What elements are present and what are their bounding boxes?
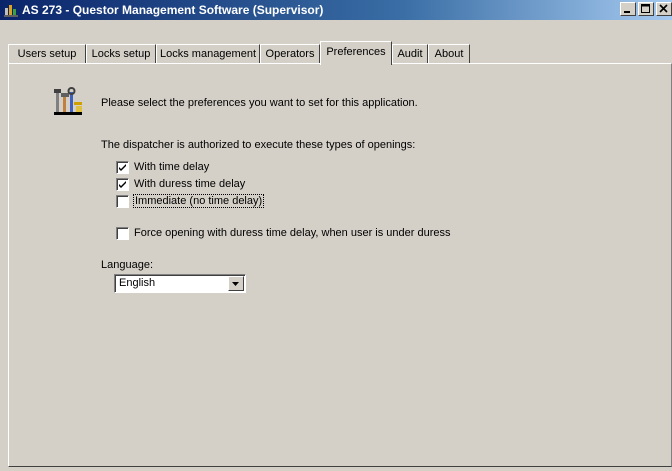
- title-buttons: [618, 2, 672, 18]
- tab-about[interactable]: About: [428, 44, 470, 64]
- close-button[interactable]: [656, 2, 672, 16]
- label-force-duress: Force opening with duress time delay, wh…: [134, 227, 451, 239]
- checkbox-force-duress[interactable]: [116, 226, 129, 240]
- window-title: AS 273 - Questor Management Software (Su…: [22, 3, 324, 17]
- maximize-button[interactable]: [638, 2, 654, 16]
- chevron-down-icon: [232, 282, 239, 286]
- option-immediate[interactable]: Immediate (no time delay): [116, 194, 265, 208]
- minimize-button[interactable]: [620, 2, 636, 16]
- main-window: AS 273 - Questor Management Software (Su…: [0, 0, 672, 471]
- language-select[interactable]: English: [114, 274, 246, 293]
- tab-locks-management[interactable]: Locks management: [156, 44, 260, 64]
- label-immediate: Immediate (no time delay): [132, 194, 265, 208]
- checkbox-with-time-delay[interactable]: [116, 160, 129, 174]
- dropdown-button[interactable]: [228, 276, 244, 291]
- tab-locks-setup[interactable]: Locks setup: [86, 44, 156, 64]
- intro-text: Please select the preferences you want t…: [101, 97, 418, 109]
- language-value: English: [119, 277, 156, 289]
- tab-users-setup[interactable]: Users setup: [8, 44, 86, 64]
- label-with-time-delay: With time delay: [134, 161, 210, 173]
- checkbox-immediate[interactable]: [116, 194, 129, 208]
- option-with-time-delay[interactable]: With time delay: [116, 160, 209, 174]
- tools-icon: [52, 86, 84, 118]
- tab-operators[interactable]: Operators: [260, 44, 320, 64]
- label-with-duress-time-delay: With duress time delay: [134, 178, 246, 190]
- tab-audit[interactable]: Audit: [392, 44, 428, 64]
- dispatcher-text: The dispatcher is authorized to execute …: [101, 139, 416, 151]
- title-bar[interactable]: AS 273 - Questor Management Software (Su…: [0, 0, 672, 20]
- checkbox-with-duress-time-delay[interactable]: [116, 177, 129, 191]
- option-force-duress[interactable]: Force opening with duress time delay, wh…: [116, 226, 451, 240]
- option-with-duress-time-delay[interactable]: With duress time delay: [116, 177, 245, 191]
- tab-preferences[interactable]: Preferences: [320, 41, 392, 65]
- language-label: Language:: [101, 259, 153, 271]
- app-window-icon[interactable]: [3, 2, 19, 18]
